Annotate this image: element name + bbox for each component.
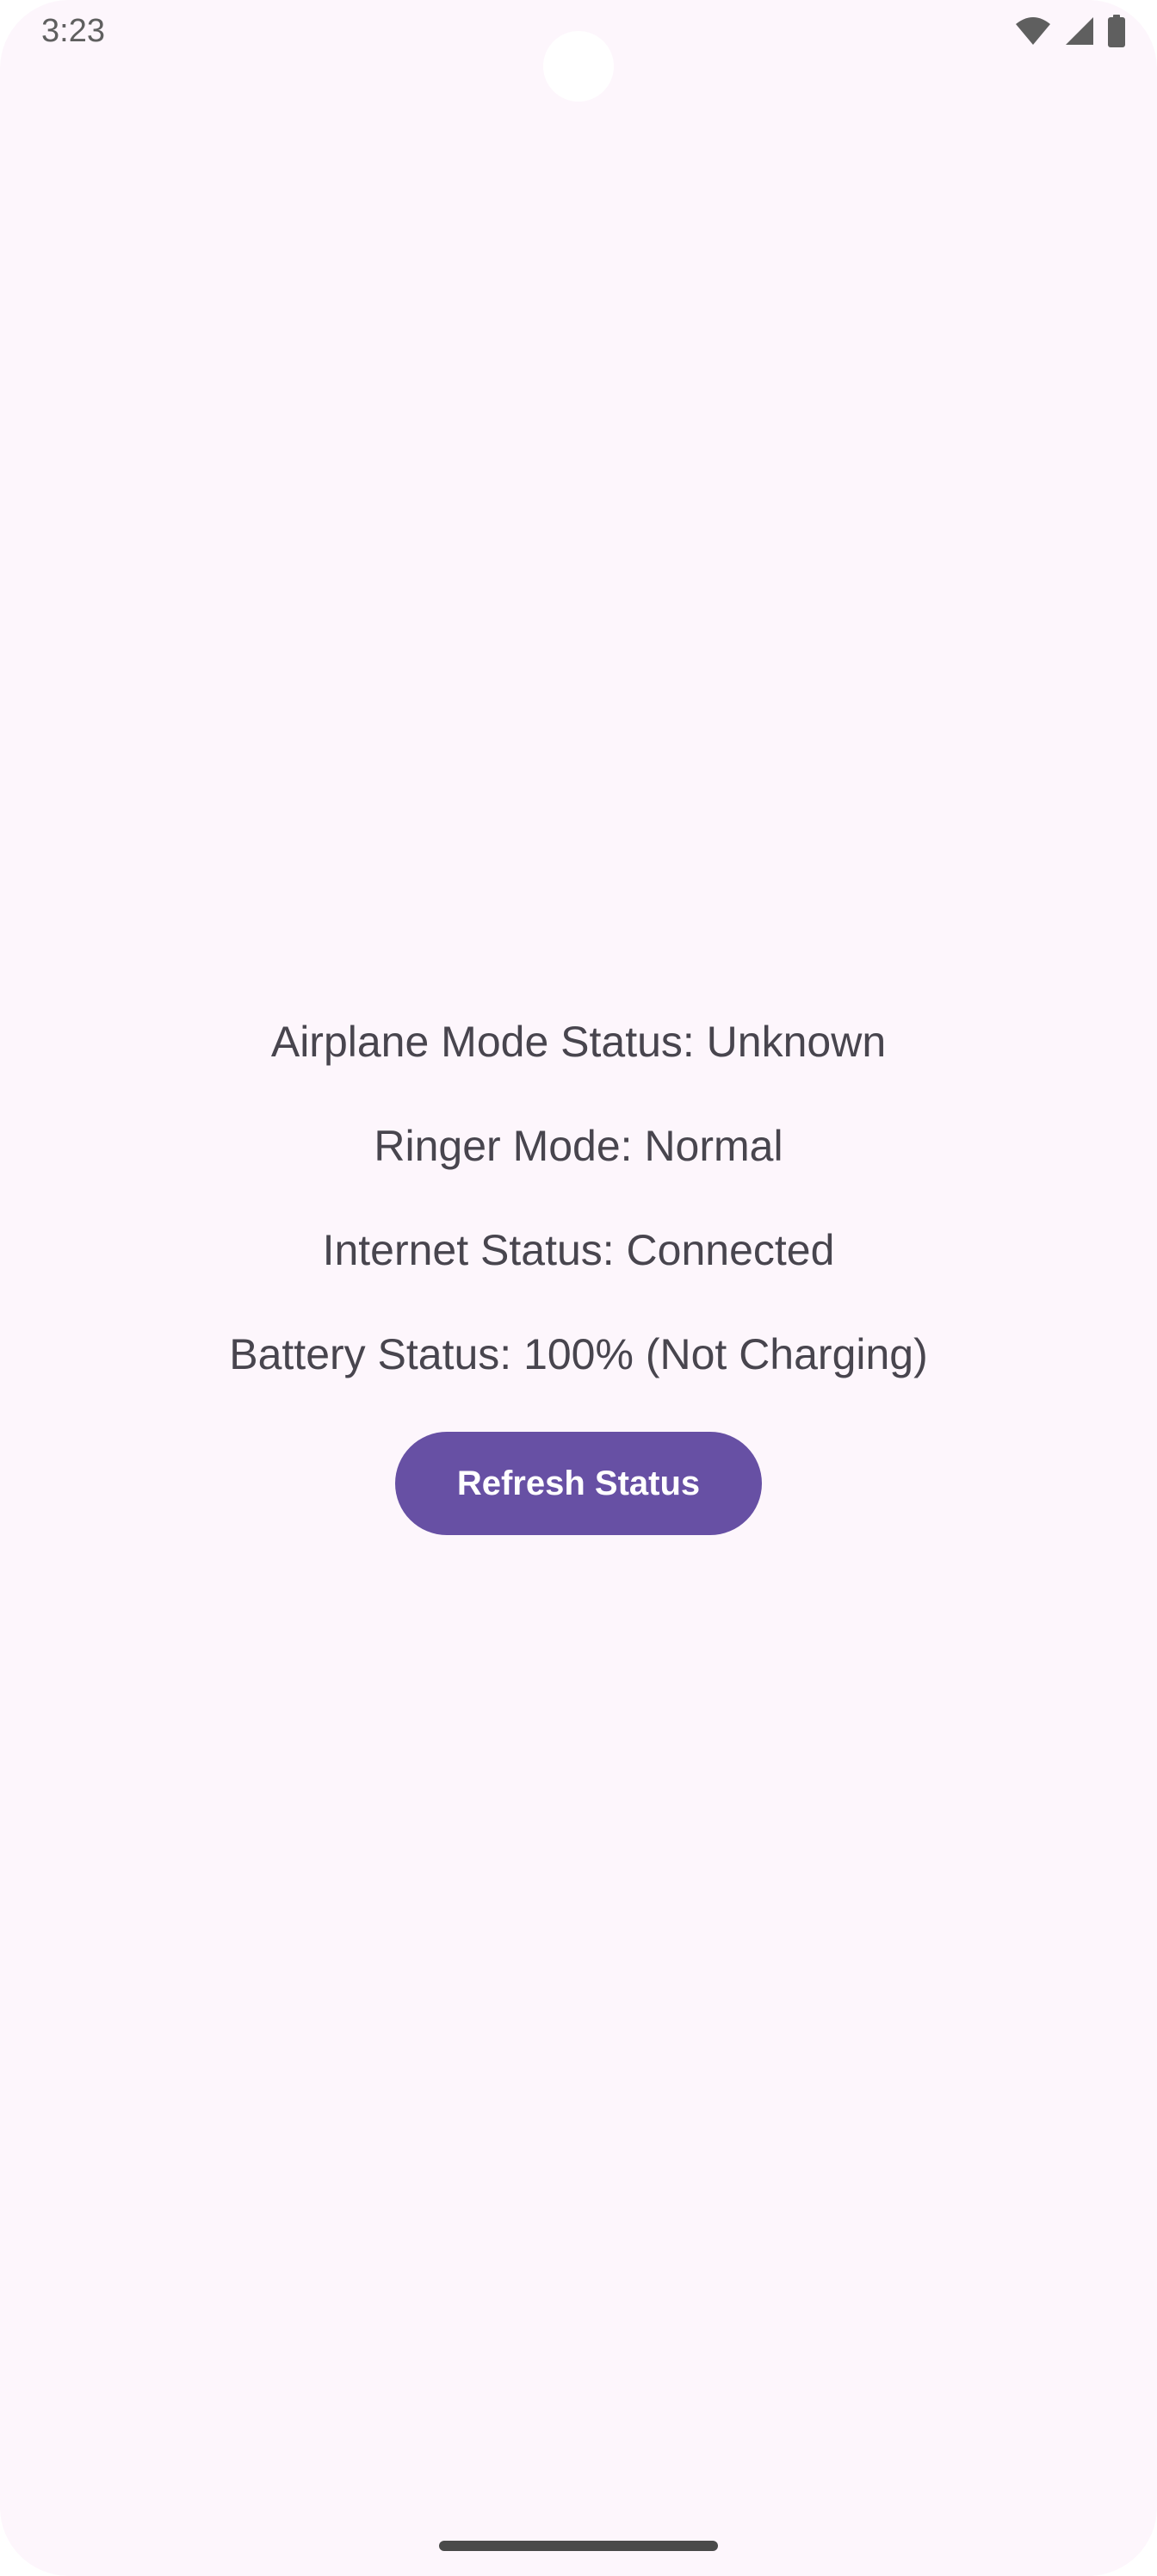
refresh-status-button[interactable]: Refresh Status — [395, 1432, 762, 1535]
wifi-icon — [1014, 15, 1052, 46]
gesture-navigation-bar[interactable] — [439, 2541, 718, 2551]
battery-status: Battery Status: 100% (Not Charging) — [229, 1330, 928, 1378]
status-panel: Airplane Mode Status: Unknown Ringer Mod… — [0, 1016, 1157, 1535]
battery-icon — [1107, 15, 1126, 47]
cellular-signal-icon — [1064, 15, 1095, 46]
camera-cutout — [543, 31, 614, 102]
airplane-mode-status: Airplane Mode Status: Unknown — [270, 1018, 887, 1066]
app-screen: 3:23 Airplane Mode Status: Unknown Ringe… — [0, 0, 1157, 2576]
internet-status: Internet Status: Connected — [322, 1226, 835, 1274]
status-icons — [1014, 14, 1126, 48]
ringer-mode-status: Ringer Mode: Normal — [374, 1122, 783, 1170]
status-time: 3:23 — [41, 13, 105, 49]
